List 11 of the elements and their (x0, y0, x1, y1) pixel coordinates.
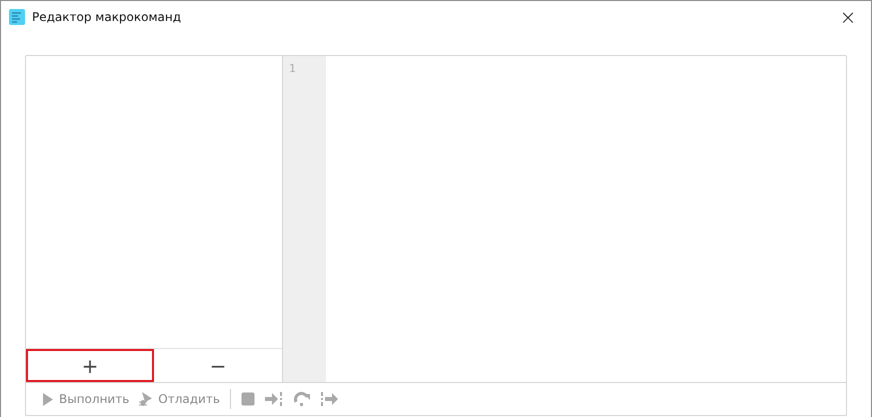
window-title: Редактор макрокоманд (32, 10, 182, 24)
close-button[interactable]: × (825, 1, 871, 32)
step-over-icon (292, 391, 311, 407)
app-icon (9, 8, 25, 24)
line-number: 1 (288, 62, 297, 75)
play-icon (42, 392, 54, 406)
bug-play-icon (139, 391, 154, 407)
add-button[interactable]: + (26, 349, 154, 382)
step-out-icon (320, 392, 339, 406)
stop-icon (240, 392, 255, 406)
step-into-icon (264, 392, 283, 406)
